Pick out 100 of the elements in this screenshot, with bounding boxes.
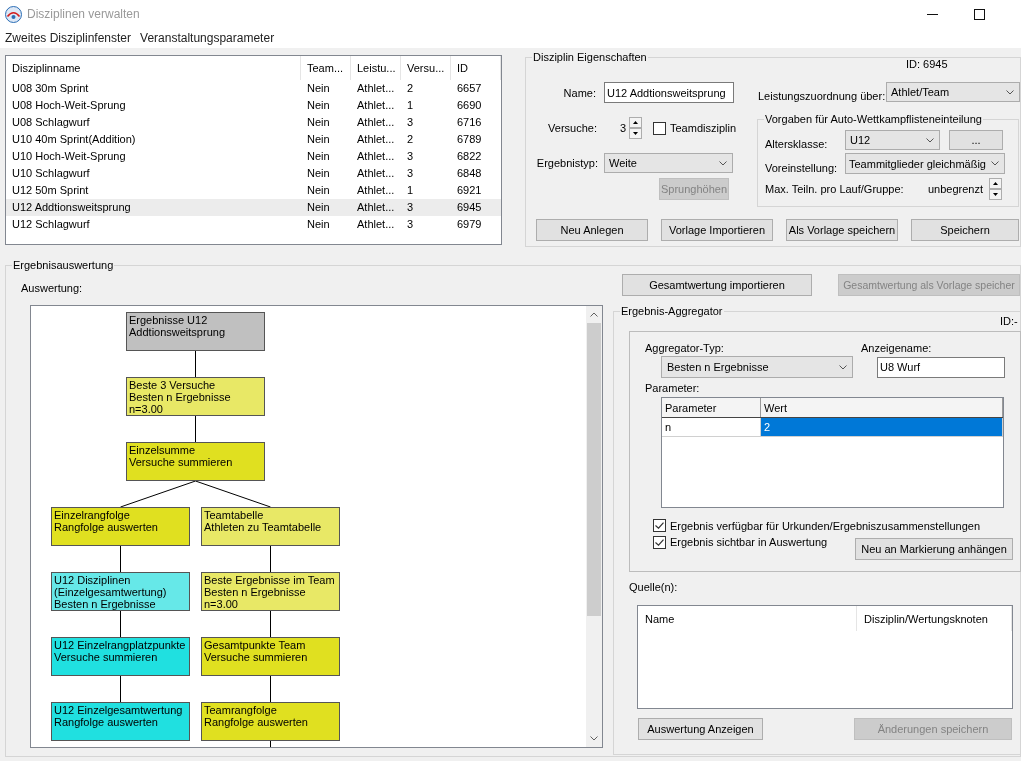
table-cell-text: 1	[406, 98, 415, 113]
save-button[interactable]: Speichern	[911, 219, 1019, 241]
column-header[interactable]: Parameter	[662, 398, 761, 417]
spin-up-button[interactable]	[989, 178, 1002, 189]
number-field[interactable]: 3	[620, 122, 627, 134]
group-title: Disziplin Eigenschaften	[532, 50, 648, 64]
list-row[interactable]: U10 Hoch-Weit-Sprung Nein Athlet... 3 6822	[6, 148, 501, 165]
list-row[interactable]: U08 30m Sprint Nein Athlet... 2 6657	[6, 80, 501, 97]
flow-node[interactable]: Teamrangfolge Rangfolge auswerten	[201, 702, 340, 741]
maximize-icon[interactable]	[974, 8, 985, 20]
column-header[interactable]: Name	[638, 606, 857, 631]
flow-node[interactable]: U12 Disziplinen (Einzelgesamtwertung) Besten n Ergebnisse	[51, 572, 190, 611]
column-header[interactable]: Versu...	[401, 56, 451, 80]
table-cell-text: Nein	[306, 115, 331, 130]
table-cell-text: 6657	[456, 81, 483, 96]
column-header[interactable]: ID	[451, 56, 501, 80]
dropdown[interactable]: Teammitglieder gleichmäßig	[845, 153, 1005, 174]
checkmark-icon	[655, 522, 664, 529]
import-template-button[interactable]: Vorlage Importieren	[661, 219, 773, 241]
table-cell-text: 2	[406, 132, 415, 147]
dropdown[interactable]: Athlet/Team	[886, 82, 1020, 102]
table-cell-text: 6979	[456, 217, 483, 232]
table-cell-text: 6690	[456, 98, 483, 113]
checkbox[interactable]	[653, 536, 666, 549]
flow-node[interactable]: Beste 3 Versuche Besten n Ergebnisse n=3.00	[126, 377, 265, 416]
column-header[interactable]: Disziplinname	[6, 56, 301, 80]
flow-node[interactable]: Beste Ergebnisse im Team Besten n Ergebnisse n=3.00	[201, 572, 340, 611]
table-cell-text: U10 Schlagwurf	[11, 166, 91, 181]
name-input[interactable]: U12 Addtionsweitsprung	[604, 82, 734, 103]
checkbox-label[interactable]: Ergebnis verfügbar für Urkunden/Ergebniszusammenstellungen	[670, 519, 980, 532]
chevron-up-icon	[590, 312, 598, 317]
attach-button[interactable]: Neu an Markierung anhängen	[855, 538, 1013, 560]
flow-node[interactable]: Ergebnisse U12 Addtionsweitsprung	[126, 312, 265, 351]
minimize-icon[interactable]	[927, 13, 938, 15]
checkbox[interactable]	[653, 121, 666, 135]
menu-item[interactable]: Veranstaltungsparameter	[140, 31, 275, 45]
table-cell-text: Nein	[306, 200, 331, 215]
new-button[interactable]: Neu Anlegen	[536, 219, 648, 241]
table-cell-text: 6789	[456, 132, 483, 147]
table-cell-text: Nein	[306, 183, 331, 198]
number-field[interactable]: unbegrenzt	[928, 183, 987, 195]
table-cell-text: 6822	[456, 149, 483, 164]
list-row[interactable]: U10 Schlagwurf Nein Athlet... 3 6848	[6, 165, 501, 182]
dropdown[interactable]: Besten n Ergebnisse	[661, 356, 853, 378]
flow-node[interactable]: Gesamtpunkte Team Versuche summieren	[201, 637, 340, 676]
list-row[interactable]: U08 Hoch-Weit-Sprung Nein Athlet... 1 6690	[6, 97, 501, 114]
chevron-down-icon	[1006, 89, 1014, 95]
column-header[interactable]: Wert	[761, 398, 1003, 417]
table-cell-text: 2	[406, 81, 415, 96]
table-cell-text: Athlet...	[356, 217, 396, 232]
grid-cell[interactable]: 2	[761, 418, 1003, 437]
spin-down-button[interactable]	[629, 128, 642, 139]
checkbox-label[interactable]: Teamdisziplin	[670, 122, 737, 134]
dropdown[interactable]: U12	[845, 130, 940, 150]
column-header[interactable]: Team...	[301, 56, 351, 80]
dropdown[interactable]: Weite	[604, 153, 733, 173]
connector-line	[195, 416, 196, 442]
display-name-input[interactable]: U8 Wurf	[877, 356, 1005, 378]
triangle-down-icon	[633, 132, 638, 135]
menu-item[interactable]: Zweites Disziplinfenster	[5, 31, 132, 45]
list-row[interactable]: U08 Schlagwurf Nein Athlet... 3 6716	[6, 114, 501, 131]
field-label: Voreinstellung:	[765, 162, 839, 174]
flow-node[interactable]: Teamtabelle Athleten zu Teamtabelle	[201, 507, 340, 546]
column-header[interactable]: Disziplin/Wertungsknoten	[857, 606, 1012, 631]
spin-down-button[interactable]	[989, 189, 1002, 200]
table-cell-text: Nein	[306, 217, 331, 232]
flow-node[interactable]: U12 Einzelrangplatzpunkte Versuche summieren	[51, 637, 190, 676]
list-row[interactable]: U12 50m Sprint Nein Athlet... 1 6921	[6, 182, 501, 199]
triangle-up-icon	[993, 182, 998, 185]
scrollbar-thumb[interactable]	[587, 323, 601, 616]
table-cell-text: U12 Schlagwurf	[11, 217, 91, 232]
save-template-button[interactable]: Als Vorlage speichern	[786, 219, 898, 241]
field-label: Max. Teiln. pro Lauf/Gruppe:	[765, 183, 905, 195]
table-cell-text: U12 Addtionsweitsprung	[11, 200, 132, 215]
field-label: Anzeigename:	[861, 342, 932, 354]
connector-line	[270, 546, 271, 572]
triangle-down-icon	[993, 193, 998, 196]
chevron-down-icon	[839, 364, 847, 370]
flow-node[interactable]: Einzelrangfolge Rangfolge auswerten	[51, 507, 190, 546]
flow-node[interactable]: U12 Einzelgesamtwertung Rangfolge auswerten	[51, 702, 190, 741]
column-header[interactable]: Leistu...	[351, 56, 401, 80]
field-label: Parameter:	[645, 382, 700, 394]
connector-line	[120, 676, 121, 702]
spin-up-button[interactable]	[629, 117, 642, 128]
import-button[interactable]: Gesamtwertung importieren	[622, 274, 812, 296]
table-cell-text: Athlet...	[356, 115, 396, 130]
show-evaluation-button[interactable]: Auswertung Anzeigen	[638, 718, 763, 740]
list-row[interactable]: U12 Addtionsweitsprung Nein Athlet... 3 6945	[6, 199, 501, 216]
more-button[interactable]: ...	[949, 130, 1003, 150]
field-label: Quelle(n):	[629, 581, 678, 593]
list-row[interactable]: U12 Schlagwurf Nein Athlet... 3 6979	[6, 216, 501, 233]
flow-node[interactable]: Einzelsumme Versuche summieren	[126, 442, 265, 481]
id-label: ID: 6945	[906, 57, 948, 71]
connector-line	[195, 351, 196, 377]
list-row[interactable]: U10 40m Sprint(Addition) Nein Athlet... 2 6789	[6, 131, 501, 148]
connector-line	[120, 611, 121, 637]
checkbox[interactable]	[653, 519, 666, 532]
checkbox-label[interactable]: Ergebnis sichtbar in Auswertung	[670, 536, 828, 548]
table-cell-text: Athlet...	[356, 81, 396, 96]
table-cell-text: Athlet...	[356, 166, 396, 181]
